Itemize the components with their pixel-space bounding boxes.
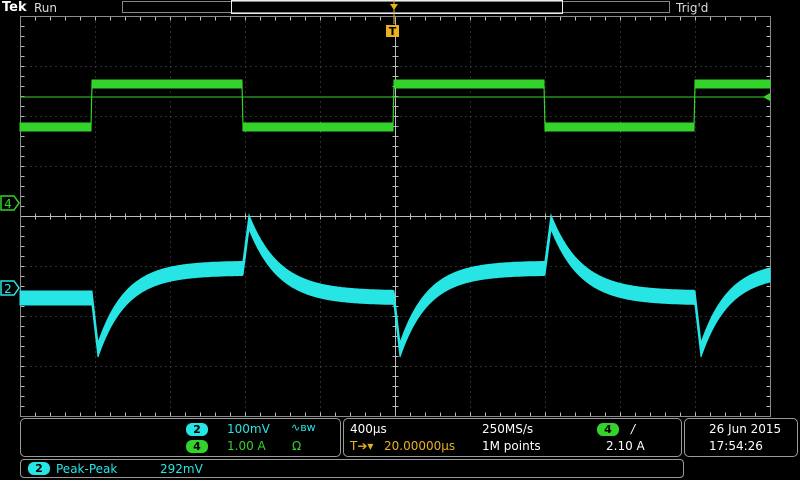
trigger-source-badge[interactable]: 4 <box>597 423 619 436</box>
measurement-source-badge[interactable]: 2 <box>28 462 50 475</box>
horizontal-delay[interactable]: 20.00000µs <box>384 439 455 453</box>
bandwidth-limit-icon: ∿ʙw <box>291 421 316 434</box>
trigger-position-icon: T➔▾ <box>350 439 374 453</box>
ch4-badge[interactable]: 4 <box>186 440 208 453</box>
vertical-settings-panel[interactable]: 2 100mV ∿ʙw 4 1.00 A Ω <box>20 418 341 457</box>
ch2-badge[interactable]: 2 <box>186 423 208 436</box>
trigger-level-marker[interactable] <box>763 93 770 101</box>
datetime-panel[interactable]: 26 Jun 2015 17:54:26 <box>684 418 798 457</box>
trigger-slope-icon[interactable]: / <box>631 422 635 436</box>
horizontal-settings-panel[interactable]: 400µs 250MS/s T➔▾ 20.00000µs 1M points 4… <box>343 418 682 457</box>
ch4-marker-label: 4 <box>4 197 12 211</box>
record-length[interactable]: 1M points <box>482 439 541 453</box>
ch4-impedance-icon: Ω <box>292 439 302 453</box>
trigger-level[interactable]: 2.10 A <box>606 439 645 453</box>
trigger-marker-label: T <box>389 25 397 38</box>
measurement-name: Peak-Peak <box>56 462 118 476</box>
date: 26 Jun 2015 <box>709 422 782 436</box>
ch4-ground-marker[interactable]: 4 <box>0 195 20 211</box>
time: 17:54:26 <box>709 439 763 453</box>
graticule: T 4 2 <box>0 0 771 417</box>
ch2-scale[interactable]: 100mV <box>227 422 270 436</box>
sample-rate: 250MS/s <box>482 422 534 436</box>
ch4-scale[interactable]: 1.00 A <box>227 439 266 453</box>
trigger-position-marker[interactable]: T <box>386 0 399 38</box>
ch2-marker-label: 2 <box>4 282 12 296</box>
ch2-ground-marker[interactable]: 2 <box>0 280 20 296</box>
timebase-scale[interactable]: 400µs <box>350 422 387 436</box>
measurement-panel[interactable]: 2 Peak-Peak 292mV <box>20 459 684 478</box>
measurement-value: 292mV <box>160 462 203 476</box>
